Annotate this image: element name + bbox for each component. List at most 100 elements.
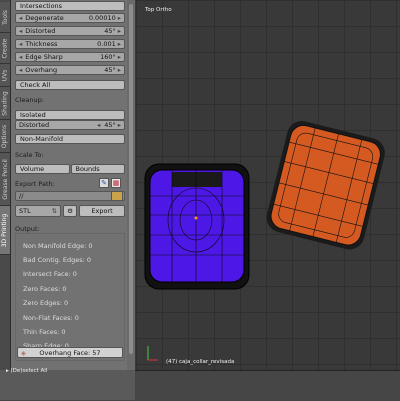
- intersections-label: Intersections: [20, 2, 63, 10]
- scale-heading: Scale To:: [15, 151, 44, 159]
- image-icon[interactable]: ▦: [111, 178, 121, 188]
- distorted-label: Distorted: [25, 27, 56, 35]
- export-label: Export: [91, 207, 113, 215]
- tab-3d-printing[interactable]: 3D Printing: [0, 206, 10, 255]
- operator-panel: ▸ (De)select All: [0, 368, 135, 400]
- tab-tools-label: Tools: [1, 9, 9, 25]
- increment-icon[interactable]: ▸: [118, 66, 121, 74]
- tool-shelf-tabs: Tools Create UVs Shading Options Grease …: [0, 0, 11, 370]
- degenerate-label: Degenerate: [25, 14, 64, 22]
- isolated-button[interactable]: Isolated: [15, 110, 125, 120]
- 3d-printing-panel: Intersections ◂ Degenerate 0.00010 ▸ ◂ D…: [11, 0, 127, 370]
- tab-shading[interactable]: Shading: [0, 87, 10, 120]
- output-box: Non Manifold Edge: 0 Bad Contig. Edges: …: [15, 233, 125, 361]
- tab-uvs-label: UVs: [1, 69, 9, 81]
- increment-icon[interactable]: ▸: [118, 14, 121, 22]
- tab-options-label: Options: [1, 124, 9, 148]
- 3d-viewport[interactable]: Top Ortho (47) caja_collar_revisada: [136, 0, 400, 370]
- decrement-icon[interactable]: ◂: [19, 66, 22, 74]
- export-row: STL ⇅ ⚙ Export: [15, 205, 125, 217]
- blue-mesh-object[interactable]: [144, 163, 250, 290]
- tab-options[interactable]: Options: [0, 120, 10, 153]
- export-path-heading: Export Path:: [15, 180, 55, 188]
- thickness-value: 0.001: [97, 40, 116, 48]
- cleanup-heading: Cleanup:: [15, 96, 44, 104]
- export-button[interactable]: Export: [79, 205, 125, 217]
- bounds-label: Bounds: [75, 165, 100, 173]
- decrement-icon[interactable]: ◂: [19, 40, 22, 48]
- deselect-label[interactable]: ▸ (De)select All: [6, 368, 47, 374]
- decrement-icon[interactable]: ◂: [19, 53, 22, 61]
- folder-icon[interactable]: [111, 191, 123, 201]
- gear-icon: ⚙: [67, 207, 73, 215]
- bounds-button[interactable]: Bounds: [70, 164, 125, 174]
- cleanup-distorted-label: Distorted: [19, 121, 50, 129]
- non-manifold-label: Non-Manifold: [20, 135, 64, 143]
- thickness-label: Thickness: [25, 40, 58, 48]
- degenerate-value: 0.00010: [88, 14, 116, 22]
- deselect-text: (De)select All: [10, 368, 48, 374]
- tab-grease-pencil-label: Grease Pencil: [1, 158, 9, 200]
- output-heading: Output:: [15, 225, 40, 233]
- active-object-label: (47) caja_collar_revisada: [166, 359, 235, 365]
- increment-icon[interactable]: ▸: [118, 121, 121, 129]
- edge-sharp-value: 160°: [100, 53, 116, 61]
- output-item: Zero Edges: 0: [23, 299, 69, 307]
- scale-buttons: Volume Bounds: [15, 164, 125, 174]
- increment-icon[interactable]: ▸: [118, 40, 121, 48]
- tab-3d-printing-label: 3D Printing: [1, 213, 9, 247]
- cleanup-distorted-value: 45°: [104, 121, 116, 129]
- scene-objects: [144, 118, 388, 361]
- intersections-button[interactable]: Intersections: [15, 1, 125, 11]
- cleanup-distorted-field[interactable]: Distorted ◂ 45° ▸: [15, 120, 125, 130]
- decrement-icon[interactable]: ◂: [19, 14, 22, 22]
- tab-uvs[interactable]: UVs: [0, 64, 10, 87]
- export-path-value: //: [19, 192, 24, 200]
- mesh-icon: ◈: [21, 348, 26, 357]
- non-manifold-button[interactable]: Non-Manifold: [15, 134, 125, 144]
- tab-create[interactable]: Create: [0, 33, 10, 64]
- origin-point: [194, 216, 198, 220]
- orange-mesh-object[interactable]: [263, 118, 388, 253]
- overhang-face-label: Overhang Face: 57: [39, 348, 101, 357]
- overhang-field[interactable]: ◂ Overhang 45° ▸: [15, 65, 125, 75]
- export-path-field[interactable]: //: [15, 191, 125, 201]
- thickness-field[interactable]: ◂ Thickness 0.001 ▸: [15, 39, 125, 49]
- increment-icon[interactable]: ▸: [118, 27, 121, 35]
- volume-button[interactable]: Volume: [15, 164, 70, 174]
- check-all-label: Check All: [20, 81, 51, 89]
- volume-label: Volume: [20, 165, 45, 173]
- format-value: STL: [19, 207, 31, 215]
- axis-gizmo-icon: [147, 346, 158, 361]
- check-all-button[interactable]: Check All: [15, 80, 125, 90]
- output-item: Intersect Face: 0: [23, 270, 77, 278]
- output-item: Thin Faces: 0: [23, 328, 66, 336]
- tab-grease-pencil[interactable]: Grease Pencil: [0, 153, 10, 206]
- overhang-value: 45°: [104, 66, 116, 74]
- increment-icon[interactable]: ▸: [118, 53, 121, 61]
- overhang-face-button[interactable]: ◈ Overhang Face: 57: [17, 347, 123, 358]
- export-options-button[interactable]: ⚙: [63, 205, 77, 217]
- decrement-icon[interactable]: ◂: [19, 27, 22, 35]
- panel-scrollbar[interactable]: [127, 0, 135, 370]
- format-select[interactable]: STL ⇅: [15, 205, 61, 217]
- degenerate-field[interactable]: ◂ Degenerate 0.00010 ▸: [15, 13, 125, 23]
- scrollbar-thumb[interactable]: [129, 4, 133, 354]
- overhang-label: Overhang: [25, 66, 58, 74]
- edge-sharp-field[interactable]: ◂ Edge Sharp 160° ▸: [15, 52, 125, 62]
- triangle-right-icon: ▸: [6, 368, 9, 374]
- tab-shading-label: Shading: [1, 90, 9, 116]
- decrement-icon[interactable]: ◂: [97, 121, 100, 129]
- output-item: Zero Faces: 0: [23, 285, 67, 293]
- tab-tools[interactable]: Tools: [0, 2, 10, 33]
- chevron-down-icon: ⇅: [51, 207, 57, 215]
- output-item: Bad Contig. Edges: 0: [23, 256, 92, 264]
- distorted-value: 45°: [104, 27, 116, 35]
- wrench-icon[interactable]: ✎: [99, 178, 109, 188]
- output-item: Non-Flat Faces: 0: [23, 314, 79, 322]
- output-item: Non Manifold Edge: 0: [23, 242, 93, 250]
- distorted-field[interactable]: ◂ Distorted 45° ▸: [15, 26, 125, 36]
- edge-sharp-label: Edge Sharp: [25, 53, 63, 61]
- isolated-label: Isolated: [20, 111, 46, 119]
- tab-create-label: Create: [1, 38, 9, 58]
